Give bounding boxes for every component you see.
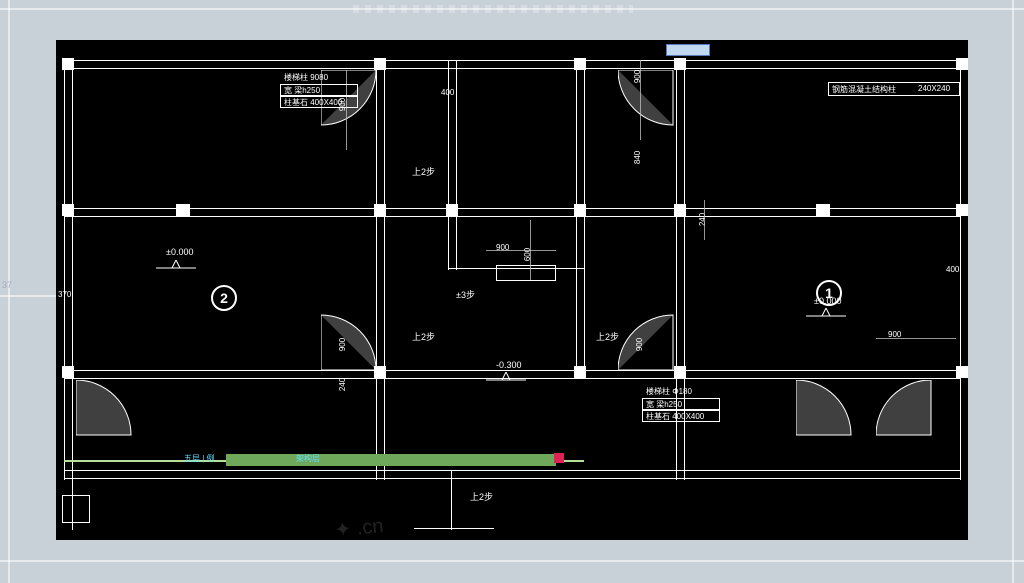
bg-line <box>0 560 1024 562</box>
column <box>374 58 386 70</box>
column <box>62 204 74 216</box>
column <box>374 204 386 216</box>
door-arc <box>876 380 936 440</box>
wall-mid-upper-b <box>64 216 960 217</box>
note-col1-title: 楼梯柱 9080 <box>284 72 328 83</box>
elev-neg: -0.300 <box>496 360 522 370</box>
column <box>62 58 74 70</box>
wall-int-3a <box>576 60 577 378</box>
note-col1-l2: 柱基石 400X400 <box>284 97 342 108</box>
column <box>574 366 586 378</box>
stair-label: 上2步 <box>412 165 435 178</box>
note-col2-l2: 柱基石 400X400 <box>646 411 704 422</box>
dim-240b: 240 <box>338 378 347 391</box>
elev-zero-right: ±0.000 <box>814 296 841 306</box>
wall-top-inner <box>64 68 960 69</box>
dim-ext <box>640 60 641 140</box>
bg-line <box>1012 0 1014 583</box>
column <box>176 204 190 216</box>
column <box>956 58 968 70</box>
stair-label: 上2步 <box>412 330 435 343</box>
dim-900b: 900 <box>338 338 347 351</box>
door-arc <box>618 70 678 130</box>
toolbar-label-1[interactable]: 五层 | 例 <box>184 453 215 464</box>
wall-left-outer <box>64 60 65 480</box>
slab-bottom-a <box>64 470 960 471</box>
dim-ext <box>486 250 556 251</box>
toolbar-swatch[interactable] <box>554 453 564 463</box>
wall-top-outer <box>64 60 960 61</box>
note-col2-l1: 宽 梁h250 <box>646 399 682 410</box>
column <box>956 366 968 378</box>
wall-left-inner <box>72 68 73 472</box>
note-col1-l1: 宽 梁h250 <box>284 85 320 96</box>
bg-line <box>8 0 10 583</box>
note-right-dim: 240X240 <box>918 84 950 93</box>
column <box>446 204 458 216</box>
stair-label: ±3步 <box>456 288 475 301</box>
dim-ext <box>530 220 531 280</box>
elev-marker-icon <box>156 260 196 276</box>
note-col2-title: 楼梯柱 Φ180 <box>646 386 692 397</box>
wall-right <box>960 60 961 480</box>
door-arc <box>321 310 381 370</box>
column <box>62 366 74 378</box>
dim-ext <box>704 200 705 240</box>
column <box>816 204 830 216</box>
dim-900d: 900 <box>635 338 644 351</box>
dim-400b: 400 <box>946 265 959 274</box>
door-arc <box>76 380 136 440</box>
elev-marker-icon <box>486 372 526 388</box>
column <box>674 58 686 70</box>
dim-ext <box>346 70 347 150</box>
column <box>956 204 968 216</box>
elev-marker-icon <box>806 308 846 324</box>
dim-240a: 240 <box>698 213 707 226</box>
stair-label: 上2步 <box>470 490 493 503</box>
dim-400a: 400 <box>441 88 454 97</box>
column <box>574 204 586 216</box>
corner-box <box>62 495 90 523</box>
wall-int-2b <box>456 60 457 270</box>
dim-370: 370 <box>58 290 71 299</box>
sink-rect <box>496 265 556 281</box>
bg-line <box>0 295 56 297</box>
cad-cursor-tooltip[interactable] <box>666 44 710 56</box>
green-toolbar[interactable] <box>226 454 556 466</box>
wall-mid-lower-a <box>64 370 960 371</box>
note-right-text: 钢筋混凝土结构柱 <box>832 84 896 95</box>
cad-viewport[interactable]: 2 1 ±0.000 ±0.000 -0.300 上2步 上2步 ±3步 上2步… <box>56 40 968 540</box>
door-arc <box>618 310 678 370</box>
wall-int-1b <box>384 60 385 480</box>
column <box>574 58 586 70</box>
dim-ext <box>876 338 956 339</box>
column <box>674 204 686 216</box>
elev-zero-left: ±0.000 <box>166 247 193 257</box>
door-arc <box>796 380 856 440</box>
watermark: ✦ .cn <box>333 502 488 540</box>
ruler-top <box>353 5 633 13</box>
room-marker-2: 2 <box>211 285 237 311</box>
stair-label: 上2步 <box>596 330 619 343</box>
dim-840: 840 <box>633 151 642 164</box>
slab-bottom-b <box>64 478 960 479</box>
outside-dim-37: 37 <box>2 280 12 290</box>
wall-int-3b <box>584 60 585 378</box>
toolbar-label-2[interactable]: 架构层 <box>296 453 320 464</box>
